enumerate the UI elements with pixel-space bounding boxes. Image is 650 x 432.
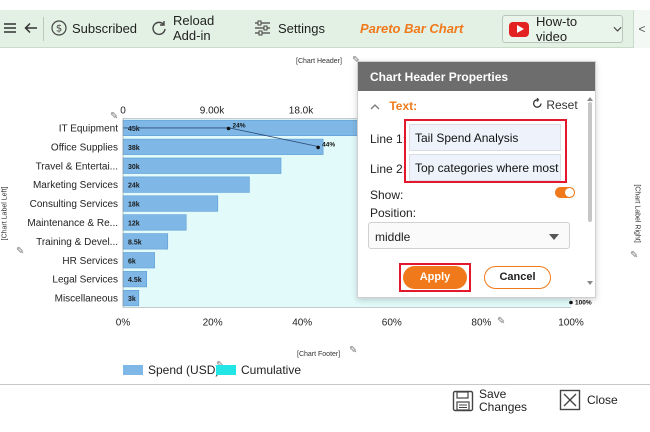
bottom-tick-label-0: 0% bbox=[116, 318, 131, 329]
close-label: Close bbox=[587, 393, 618, 407]
category-label-0: IT Equipment bbox=[59, 123, 119, 134]
legend-spend[interactable]: Spend (USD) bbox=[123, 363, 219, 377]
bottom-tick-label-1: 20% bbox=[203, 318, 223, 329]
reload-icon bbox=[152, 21, 166, 35]
category-label-2: Travel & Entertai... bbox=[36, 161, 118, 172]
howto-label: How-to video bbox=[535, 14, 578, 44]
position-select[interactable]: middle bbox=[368, 222, 570, 249]
top-toolbar: $ Subscribed Reload Add-in Settings Pare… bbox=[0, 10, 650, 48]
back-arrow-icon[interactable] bbox=[24, 21, 38, 35]
cumulative-point-0[interactable] bbox=[226, 126, 231, 131]
bottom-tick-label-2: 40% bbox=[292, 318, 312, 329]
close-button[interactable]: Close bbox=[559, 389, 618, 411]
panel-scrollbar[interactable] bbox=[587, 96, 593, 286]
cancel-button[interactable]: Cancel bbox=[484, 266, 551, 289]
category-label-1: Office Supplies bbox=[51, 142, 118, 153]
bar-value-label-0: 45k bbox=[128, 126, 140, 133]
subscribed-button[interactable]: $ Subscribed bbox=[51, 20, 137, 36]
save-label-line2: Changes bbox=[479, 400, 528, 414]
dollar-circle-icon: $ bbox=[51, 20, 67, 36]
category-label-8: Legal Services bbox=[52, 275, 118, 286]
bar-value-label-2: 30k bbox=[128, 164, 140, 171]
save-changes-button[interactable]: Save Changes bbox=[452, 388, 527, 414]
top-tick-label-2: 18.0k bbox=[289, 106, 314, 117]
reload-addin-button[interactable]: Reload Add-in bbox=[150, 13, 214, 43]
category-label-4: Consulting Services bbox=[30, 199, 118, 210]
bar-value-label-1: 38k bbox=[128, 145, 140, 152]
youtube-icon bbox=[509, 21, 529, 37]
cumulative-end-point[interactable] bbox=[569, 300, 573, 305]
chevron-left-icon: < bbox=[638, 22, 646, 36]
collapse-panel-button[interactable]: < bbox=[633, 10, 650, 48]
legend-cumulative-label: Cumulative bbox=[241, 363, 302, 377]
top-tick-label-0: 0 bbox=[120, 106, 126, 117]
legend-spend-label: Spend (USD) bbox=[148, 363, 220, 377]
bar-value-label-9: 3k bbox=[128, 296, 136, 303]
legend-cumulative[interactable]: Cumulative bbox=[216, 363, 301, 377]
chart-type-name: Pareto Bar Chart bbox=[360, 21, 464, 36]
text-section-label: Text: bbox=[389, 99, 418, 113]
edit-footer-pencil-icon[interactable]: ✎ bbox=[349, 345, 357, 356]
caret-down-icon bbox=[549, 234, 559, 240]
legend-spend-swatch bbox=[123, 365, 143, 375]
line2-label: Line 2: bbox=[370, 162, 407, 176]
settings-button[interactable]: Settings bbox=[254, 20, 325, 36]
howto-video-dropdown[interactable]: How-to video bbox=[502, 14, 623, 44]
cumulative-end-label: 100% bbox=[575, 300, 592, 307]
reload-label-line1: Reload bbox=[173, 13, 215, 28]
category-label-3: Marketing Services bbox=[33, 180, 118, 191]
bar-value-label-5: 12k bbox=[128, 220, 140, 227]
chevron-up-icon bbox=[370, 104, 380, 110]
chart-label-right-placeholder[interactable]: [Chart Label Right] bbox=[634, 184, 641, 242]
show-toggle[interactable] bbox=[555, 187, 575, 198]
bottom-tick-label-5: 100% bbox=[558, 318, 584, 329]
subscribed-label: Subscribed bbox=[72, 20, 138, 36]
text-section-toggle[interactable]: Text: bbox=[370, 99, 417, 113]
bottom-tick-label-4: 80% bbox=[471, 318, 491, 329]
panel-title: Chart Header Properties bbox=[358, 62, 595, 91]
settings-label: Settings bbox=[278, 20, 325, 36]
save-disk-icon bbox=[452, 390, 474, 412]
cumulative-label-0: 24% bbox=[233, 123, 246, 130]
chevron-down-icon bbox=[613, 26, 622, 32]
bar-value-label-3: 24k bbox=[128, 183, 140, 190]
footer-divider bbox=[0, 384, 650, 385]
bar-3[interactable] bbox=[122, 176, 250, 193]
bar-2[interactable] bbox=[122, 157, 282, 174]
reset-label: Reset bbox=[546, 98, 578, 112]
category-label-5: Maintenance & Re... bbox=[27, 218, 118, 229]
close-x-icon bbox=[559, 389, 581, 411]
bottom-tick-label-3: 60% bbox=[382, 318, 402, 329]
legend-cumulative-swatch bbox=[216, 365, 236, 375]
chart-header-placeholder[interactable]: [Chart Header] bbox=[296, 58, 342, 65]
line-inputs-highlight bbox=[404, 119, 567, 183]
bar-value-label-7: 6k bbox=[128, 258, 136, 265]
show-label: Show: bbox=[370, 188, 404, 202]
position-value: middle bbox=[375, 230, 411, 244]
cumulative-label-1: 44% bbox=[322, 141, 335, 148]
line1-label: Line 1: bbox=[370, 132, 407, 146]
cumulative-point-1[interactable] bbox=[316, 145, 320, 150]
hamburger-icon[interactable] bbox=[3, 21, 17, 35]
category-label-7: HR Services bbox=[62, 256, 118, 267]
bar-value-label-6: 8.5k bbox=[128, 239, 142, 246]
edit-label-right-pencil-icon[interactable]: ✎ bbox=[630, 250, 638, 261]
reload-label-line2: Add-in bbox=[173, 28, 211, 43]
sliders-icon bbox=[255, 20, 270, 36]
category-label-9: Miscellaneous bbox=[55, 294, 118, 305]
category-label-6: Training & Devel... bbox=[36, 237, 118, 248]
chart-footer-placeholder[interactable]: [Chart Footer] bbox=[297, 351, 340, 358]
bar-value-label-4: 18k bbox=[128, 202, 140, 209]
apply-button[interactable]: Apply bbox=[403, 266, 467, 289]
top-tick-label-1: 9.00k bbox=[200, 106, 225, 117]
reset-button[interactable]: Reset bbox=[532, 97, 578, 112]
reset-icon bbox=[532, 97, 542, 108]
svg-text:$: $ bbox=[56, 24, 62, 35]
bar-value-label-8: 4.5k bbox=[128, 277, 142, 284]
position-label: Position: bbox=[370, 206, 417, 220]
